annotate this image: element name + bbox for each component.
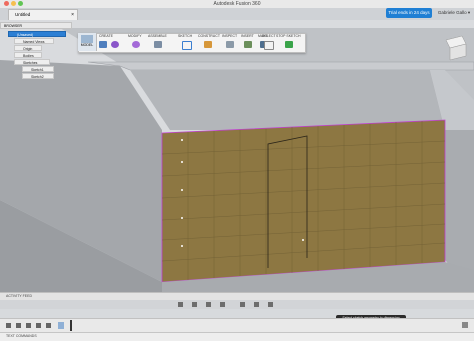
toolbar-assemble[interactable]: ASSEMBLE [148, 33, 172, 51]
measure-icon[interactable] [226, 41, 234, 48]
plane-icon[interactable] [204, 41, 212, 48]
browser-item-origin[interactable]: Origin [14, 45, 42, 51]
text-commands-label: TEXT COMMANDS [6, 334, 37, 338]
model-canvas[interactable] [0, 20, 474, 292]
user-menu[interactable]: Gabriele Gallo ▾ [436, 8, 472, 18]
timeline-end-icon[interactable] [46, 323, 51, 328]
browser-item-label: Named Views [23, 40, 45, 44]
browser-item-sketch2[interactable]: Sketch2 [22, 73, 54, 79]
stop-sketch-label: STOP SKETCH [276, 34, 301, 38]
toolbar-create[interactable]: CREATE [99, 33, 125, 51]
viewports-icon[interactable] [268, 302, 273, 307]
modify-label: MODIFY [128, 34, 142, 38]
browser-item-label: Sketch1 [31, 68, 44, 72]
toolbar-select[interactable]: SELECT [260, 33, 276, 51]
browser-item-label: Bodies [23, 54, 34, 58]
joint-icon[interactable] [154, 41, 162, 48]
toolbar-inspect[interactable]: INSPECT [222, 33, 240, 51]
timeline-prev-icon[interactable] [16, 323, 21, 328]
wall-top-back [87, 61, 474, 71]
browser-item-label: Sketches [23, 61, 38, 65]
app-title: Autodesk Fusion 360 [213, 1, 261, 7]
interior-floor [130, 70, 445, 130]
arc-icon[interactable] [182, 41, 192, 50]
sphere-icon[interactable] [111, 41, 119, 48]
select-label: SELECT [262, 34, 276, 38]
workspace-switcher[interactable]: MODEL [78, 33, 97, 51]
timeline [0, 318, 474, 333]
toolbar-modify[interactable]: MODIFY [128, 33, 146, 51]
timeline-settings-icon[interactable] [462, 322, 468, 328]
assemble-label: ASSEMBLE [148, 34, 167, 38]
toolbar-insert[interactable]: INSERT [241, 33, 257, 51]
trial-button[interactable]: Trial ends in 24 days [386, 8, 432, 18]
timeline-next-icon[interactable] [36, 323, 41, 328]
navigation-bar [0, 300, 474, 309]
browser-item-label: (Unsaved) [17, 33, 34, 37]
select-icon[interactable] [264, 41, 274, 50]
activity-feed-label: ACTIVITY FEED [6, 294, 32, 298]
fit-icon[interactable] [220, 302, 225, 307]
pan-icon[interactable] [192, 302, 197, 307]
browser-title: BROWSER [4, 24, 23, 28]
browser-item-label: Sketch2 [31, 75, 44, 79]
zoom-icon[interactable] [206, 302, 211, 307]
stop-sketch-icon[interactable] [285, 41, 293, 48]
browser-item-root[interactable]: (Unsaved) [8, 31, 66, 37]
tab-label: Untitled [15, 12, 31, 17]
viewport[interactable] [0, 20, 474, 292]
browser-item-label: Origin [23, 47, 33, 51]
workspace-label: MODEL [80, 43, 94, 47]
toolbar-sketch[interactable]: SKETCH [178, 33, 198, 51]
browser-item-sketches[interactable]: Sketches [14, 59, 50, 65]
timeline-feature-icon[interactable] [58, 322, 64, 329]
timeline-start-icon[interactable] [6, 323, 11, 328]
toolbar-stop-sketch[interactable]: STOP SKETCH [276, 33, 302, 51]
orbit-icon[interactable] [178, 302, 183, 307]
sketch-label: SKETCH [178, 34, 193, 38]
selected-wall-face [161, 119, 446, 283]
browser-item-named-views[interactable]: Named Views [14, 38, 54, 44]
create-label: CREATE [99, 34, 113, 38]
insert-icon[interactable] [244, 41, 252, 48]
browser-item-bodies[interactable]: Bodies [14, 52, 42, 58]
tab-document[interactable]: Untitled × [8, 9, 78, 20]
inspect-label: INSPECT [222, 34, 238, 38]
new-component-icon[interactable] [99, 41, 107, 48]
insert-label: INSERT [241, 34, 254, 38]
browser-item-sketch1[interactable]: Sketch1 [22, 66, 54, 72]
timeline-play-icon[interactable] [26, 323, 31, 328]
toolbar-construct[interactable]: CONSTRUCT [198, 33, 220, 51]
close-tab-icon[interactable]: × [71, 10, 74, 20]
construct-label: CONSTRUCT [198, 34, 220, 38]
browser-header[interactable]: BROWSER [0, 22, 72, 29]
display-settings-icon[interactable] [240, 302, 245, 307]
modify-icon[interactable] [132, 41, 140, 48]
timeline-marker[interactable] [70, 320, 72, 331]
model-workspace-icon [81, 35, 93, 43]
grid-settings-icon[interactable] [254, 302, 259, 307]
